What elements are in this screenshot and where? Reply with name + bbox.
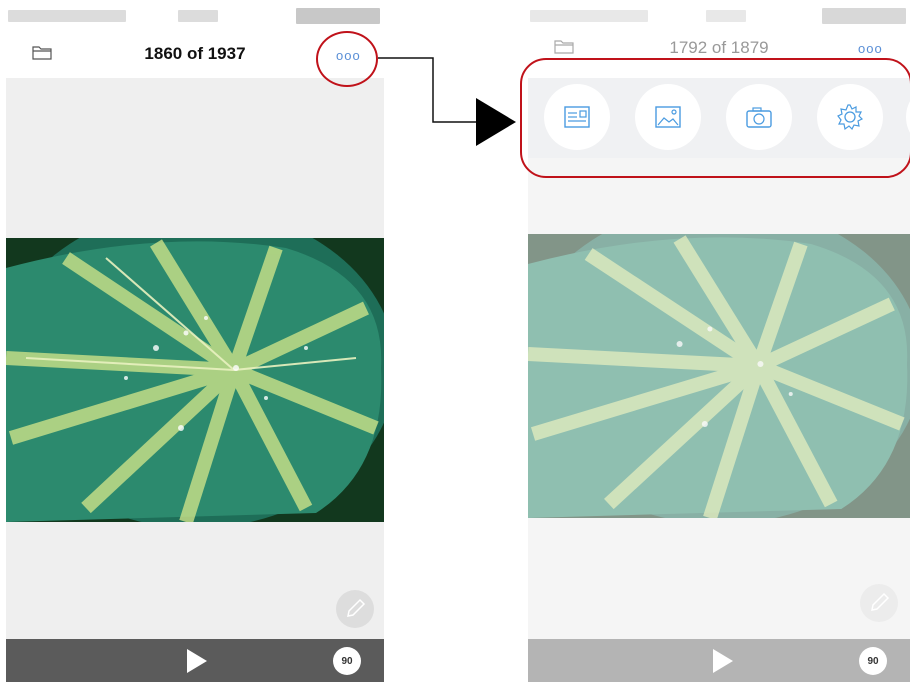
leaf-photo [6,238,384,522]
status-battery-blurred [296,8,380,24]
pencil-icon [347,598,366,617]
rotate-label: 90 [341,656,353,667]
play-icon[interactable] [187,649,207,673]
leaf-photo [528,234,910,518]
status-carrier-blurred [530,10,648,22]
left-screen: 1860 of 1937 ooo 90 [6,0,384,682]
bottom-toolbar: 90 [528,639,910,682]
photo-viewer [6,78,384,639]
photo-viewer [528,158,910,639]
play-icon[interactable] [713,649,733,673]
connector-arrow [378,57,516,146]
photo-image [528,234,910,518]
status-carrier-blurred [8,10,126,22]
status-battery-blurred [822,8,906,24]
photo-image [6,238,384,522]
page-title: 1792 of 1879 [669,38,769,57]
edit-pencil-button[interactable] [336,590,374,628]
status-time-blurred [178,10,218,22]
status-bar [6,0,384,30]
rotate-90-button[interactable]: 90 [859,647,887,675]
highlight-toolbar-frame [520,58,910,178]
highlight-circle [316,31,378,87]
tutorial-composite: 1860 of 1937 ooo 90 1792 of 1879 ooo 90 [0,0,910,682]
rotate-label: 90 [867,656,879,667]
edit-pencil-button[interactable] [860,584,898,622]
status-time-blurred [706,10,746,22]
status-bar [528,0,910,30]
rotate-90-button[interactable]: 90 [333,647,361,675]
bottom-toolbar: 90 [6,639,384,682]
more-options-icon[interactable]: ooo [858,42,883,55]
pencil-icon [871,592,890,611]
